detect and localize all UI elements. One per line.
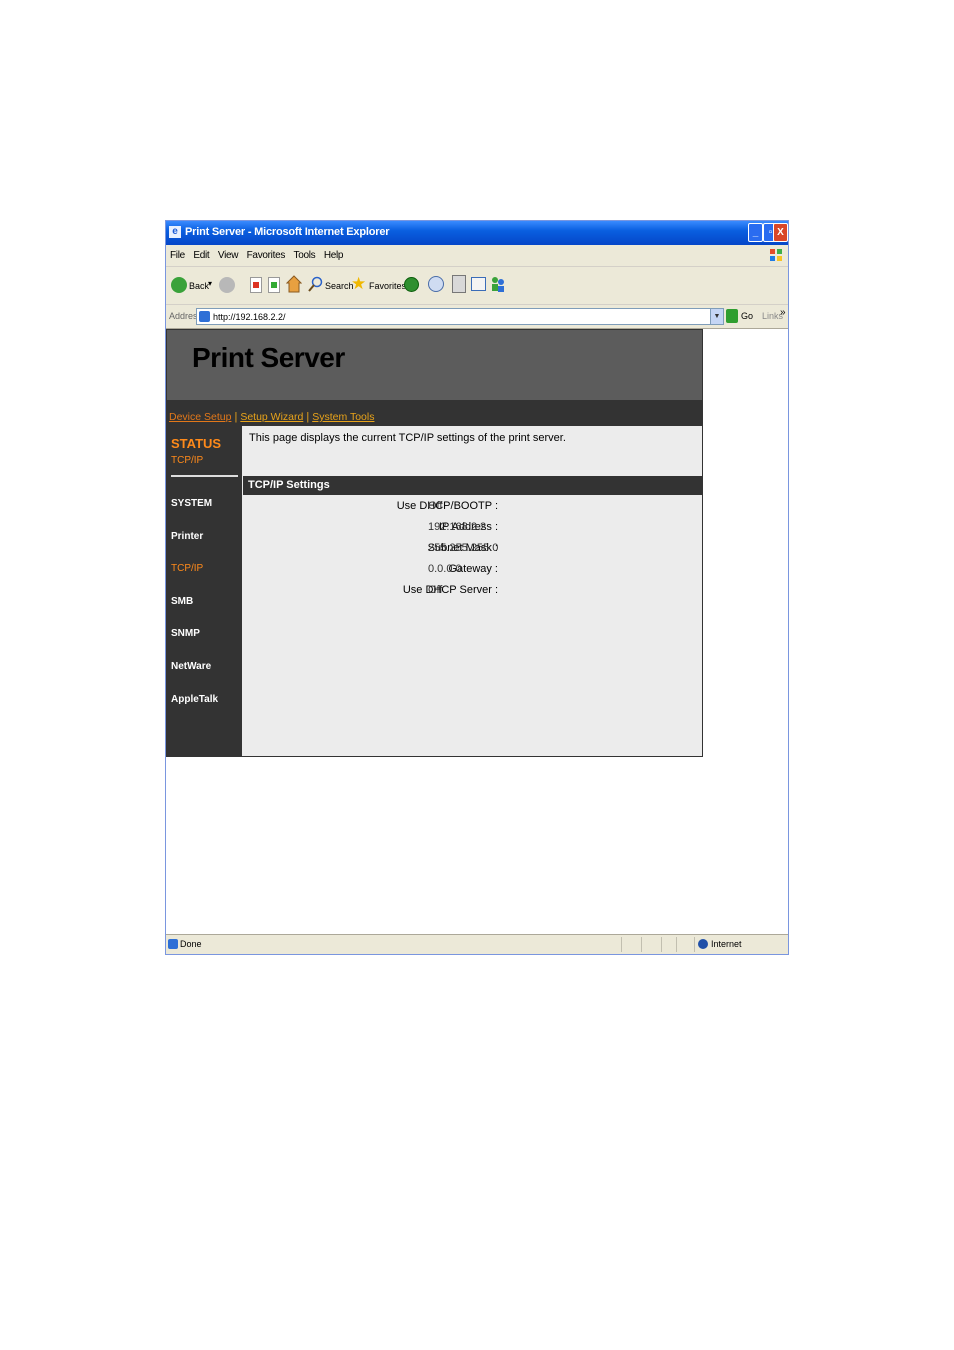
- go-button[interactable]: Go: [741, 311, 753, 321]
- setting-value: 255.255.255.0: [428, 542, 499, 554]
- nav-device-setup[interactable]: Device Setup: [169, 411, 231, 423]
- print-server-page: Print Server Device Setup | Setup Wizard | S…: [166, 329, 703, 757]
- sidebar: STATUS TCP/IP SYSTEM Printer TCP/IP SMB …: [167, 426, 242, 757]
- globe-icon: [698, 939, 708, 949]
- setting-row: Subnet Mask : 255.255.255.0: [243, 542, 702, 560]
- ie-icon: e: [169, 226, 181, 238]
- nav-separator: |: [234, 411, 238, 423]
- messenger-icon[interactable]: [490, 275, 506, 293]
- setting-row: IP Address : 192.168.2.2: [243, 521, 702, 539]
- sidebar-status-subtitle: TCP/IP: [171, 455, 204, 466]
- search-icon[interactable]: [308, 276, 324, 292]
- back-button[interactable]: Back: [189, 281, 209, 291]
- security-zone: Internet: [711, 939, 742, 949]
- setting-row: Use DHCP Server : Off: [243, 584, 702, 602]
- sidebar-item-printer[interactable]: Printer: [171, 531, 203, 542]
- menu-favorites[interactable]: Favorites: [247, 250, 286, 261]
- sidebar-item-tcpip[interactable]: TCP/IP: [171, 563, 203, 574]
- sidebar-item-system[interactable]: SYSTEM: [171, 498, 212, 509]
- menu-tools[interactable]: Tools: [294, 250, 316, 261]
- status-divider: [676, 937, 677, 952]
- sidebar-item-netware[interactable]: NetWare: [171, 661, 211, 672]
- page-content: Print Server Device Setup | Setup Wizard | S…: [166, 329, 788, 934]
- setting-value: 192.168.2.2: [428, 521, 487, 533]
- setting-label: Use DHCP/BOOTP :: [396, 500, 498, 512]
- close-button[interactable]: X: [773, 223, 788, 242]
- links-chevron-icon[interactable]: »: [780, 307, 786, 318]
- menu-file[interactable]: File: [170, 250, 185, 261]
- forward-arrow-icon[interactable]: [219, 277, 235, 293]
- nav-setup-wizard[interactable]: Setup Wizard: [240, 411, 303, 423]
- status-bar: Done Internet: [166, 934, 788, 954]
- sidebar-item-snmp[interactable]: SNMP: [171, 628, 200, 639]
- section-title: TCP/IP Settings: [248, 479, 330, 491]
- sidebar-divider: [171, 475, 238, 477]
- setting-label: Use DHCP Server :: [402, 584, 498, 596]
- page-icon: [199, 311, 210, 322]
- address-dropdown-icon[interactable]: ▼: [710, 309, 723, 324]
- address-url[interactable]: http://192.168.2.2/: [213, 312, 286, 322]
- favorites-star-icon[interactable]: ★: [351, 275, 367, 293]
- go-arrow-icon[interactable]: [726, 309, 738, 323]
- print-icon[interactable]: [452, 275, 466, 293]
- banner-title: Print Server: [192, 342, 345, 373]
- menu-bar: File Edit View Favorites Tools Help: [166, 245, 788, 267]
- mail-icon[interactable]: [428, 276, 444, 292]
- refresh-icon[interactable]: [268, 277, 280, 293]
- setting-value: 0.0.0.0: [428, 563, 462, 575]
- search-button[interactable]: Search: [325, 281, 354, 291]
- section-header: TCP/IP Settings: [243, 476, 702, 495]
- title-bar[interactable]: e Print Server - Microsoft Internet Expl…: [166, 221, 788, 245]
- page-done-icon: [168, 939, 178, 949]
- back-dropdown-icon[interactable]: ▾: [208, 279, 212, 288]
- favorites-button[interactable]: Favorites: [369, 281, 406, 291]
- status-divider: [661, 937, 662, 952]
- window-title: Print Server - Microsoft Internet Explor…: [185, 226, 390, 238]
- menu-edit[interactable]: Edit: [193, 250, 209, 261]
- stop-icon[interactable]: [250, 277, 262, 293]
- status-divider: [621, 937, 622, 952]
- banner: Print Server: [167, 330, 702, 400]
- setting-row: Gateway : 0.0.0.0: [243, 563, 702, 581]
- address-input[interactable]: http://192.168.2.2/ ▼: [196, 308, 724, 325]
- back-arrow-icon[interactable]: [171, 277, 187, 293]
- windows-logo-icon: [770, 249, 782, 261]
- sidebar-item-smb[interactable]: SMB: [171, 596, 193, 607]
- browser-window: e Print Server - Microsoft Internet Expl…: [165, 220, 789, 955]
- minimize-button[interactable]: _: [748, 223, 763, 242]
- sidebar-status-title: STATUS: [171, 436, 222, 451]
- status-text: Done: [180, 939, 202, 949]
- menu-view[interactable]: View: [218, 250, 239, 261]
- home-icon[interactable]: [285, 275, 303, 293]
- edit-icon[interactable]: [471, 277, 486, 291]
- setting-row: Use DHCP/BOOTP : Off: [243, 500, 702, 518]
- sidebar-item-appletalk[interactable]: AppleTalk: [171, 694, 218, 705]
- setting-value: Off: [428, 584, 443, 596]
- toolbar: Back ▾ Search ★ Favorites: [166, 267, 788, 305]
- nav-system-tools[interactable]: System Tools: [312, 411, 374, 423]
- page-description: This page displays the current TCP/IP se…: [249, 432, 566, 444]
- status-divider: [694, 937, 695, 952]
- nav-separator: |: [306, 411, 310, 423]
- address-bar: Address http://192.168.2.2/ ▼ Go Links »: [166, 305, 788, 329]
- setting-value: Off: [428, 500, 443, 512]
- history-icon[interactable]: [404, 277, 419, 292]
- top-nav: Device Setup | Setup Wizard | System Tools: [167, 400, 702, 426]
- status-divider: [641, 937, 642, 952]
- menu-help[interactable]: Help: [324, 250, 344, 261]
